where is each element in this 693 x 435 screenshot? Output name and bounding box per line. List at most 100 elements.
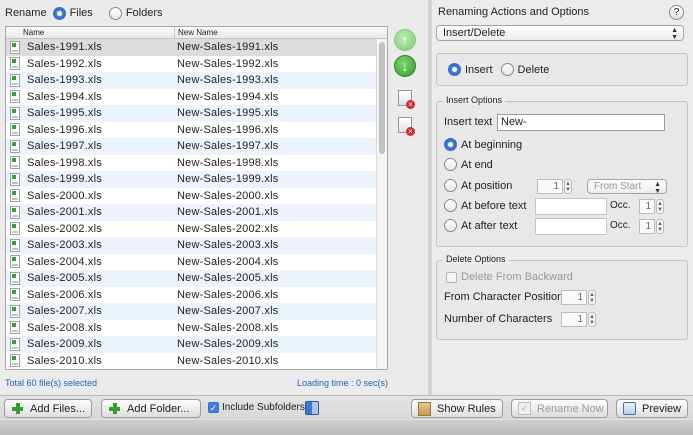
column-header-name[interactable]: Name xyxy=(6,27,175,38)
table-row[interactable]: Sales-1999.xls New-Sales-1999.xls xyxy=(6,171,387,188)
insert-radio[interactable]: Insert xyxy=(448,63,493,76)
table-row[interactable]: Sales-1996.xls New-Sales-1996.xls xyxy=(6,122,387,139)
at-after-text-option[interactable]: At after text xyxy=(444,219,517,232)
original-name-text: Sales-2005.xls xyxy=(27,272,102,285)
help-button[interactable]: ? xyxy=(669,5,684,20)
show-rules-button[interactable]: Show Rules xyxy=(411,399,503,418)
cell-original-name: Sales-1992.xls xyxy=(6,57,176,71)
stepper-arrows-icon[interactable]: ▲ ▼ xyxy=(564,179,572,194)
insert-text-field[interactable]: New- xyxy=(497,114,665,131)
table-row[interactable]: Sales-1991.xls New-Sales-1991.xls xyxy=(6,39,387,56)
after-text-field[interactable] xyxy=(535,218,607,235)
before-occ-stepper[interactable]: 1 ▲ ▼ xyxy=(639,199,664,214)
table-row[interactable]: Sales-2004.xls New-Sales-2004.xls xyxy=(6,254,387,271)
select-arrows-icon: ▲ ▼ xyxy=(654,181,661,195)
move-up-button[interactable]: ↑ xyxy=(394,29,416,51)
table-row[interactable]: Sales-2003.xls New-Sales-2003.xls xyxy=(6,237,387,254)
table-row[interactable]: Sales-1998.xls New-Sales-1998.xls xyxy=(6,155,387,172)
table-row[interactable]: Sales-2005.xls New-Sales-2005.xls xyxy=(6,270,387,287)
preview-button[interactable]: Preview xyxy=(616,399,688,418)
stepper-arrows-icon[interactable]: ▲ ▼ xyxy=(656,219,664,234)
add-icon xyxy=(11,402,24,415)
add-files-button[interactable]: Add Files... xyxy=(4,399,92,418)
table-row[interactable]: Sales-2008.xls New-Sales-2008.xls xyxy=(6,320,387,337)
rename-now-button[interactable]: ✓ Rename Now xyxy=(511,399,608,418)
cell-original-name: Sales-1993.xls xyxy=(6,73,176,87)
remove-file-button[interactable] xyxy=(398,90,415,109)
at-before-text-radio[interactable] xyxy=(444,199,457,212)
cell-original-name: Sales-2009.xls xyxy=(6,337,176,351)
at-before-text-option[interactable]: At before text xyxy=(444,199,526,212)
num-chars-stepper[interactable]: 1 ▲ ▼ xyxy=(561,312,596,327)
table-row[interactable]: Sales-2001.xls New-Sales-2001.xls xyxy=(6,204,387,221)
delete-from-backward-label: Delete From Backward xyxy=(461,271,573,283)
spreadsheet-file-icon xyxy=(10,255,20,269)
insert-radio-button[interactable] xyxy=(448,63,461,76)
original-name-text: Sales-2004.xls xyxy=(27,255,102,268)
table-row[interactable]: Sales-2006.xls New-Sales-2006.xls xyxy=(6,287,387,304)
delete-radio-button[interactable] xyxy=(500,63,514,76)
cell-original-name: Sales-2010.xls xyxy=(6,354,176,368)
table-row[interactable]: Sales-2009.xls New-Sales-2009.xls xyxy=(6,336,387,353)
table-row[interactable]: Sales-2002.xls New-Sales-2002.xls xyxy=(6,221,387,238)
at-position-option[interactable]: At position xyxy=(444,179,512,192)
include-subfolders-option[interactable]: ✓ Include Subfolders xyxy=(208,402,305,413)
table-row[interactable]: Sales-2000.xls New-Sales-2000.xls xyxy=(6,188,387,205)
cell-new-name: New-Sales-2004.xls xyxy=(177,255,279,268)
cell-original-name: Sales-2007.xls xyxy=(6,304,176,318)
finder-icon[interactable] xyxy=(305,401,319,415)
arrow-up-icon: ↑ xyxy=(401,32,409,48)
table-row[interactable]: Sales-1994.xls New-Sales-1994.xls xyxy=(6,89,387,106)
cell-new-name: New-Sales-2002.xls xyxy=(177,222,279,235)
insert-options-group: Insert Options Insert text New- At begin… xyxy=(436,95,688,247)
remove-all-files-button[interactable] xyxy=(398,117,415,136)
cell-new-name: New-Sales-1993.xls xyxy=(177,74,279,87)
table-row[interactable]: Sales-1992.xls New-Sales-1992.xls xyxy=(6,56,387,73)
delete-from-backward-option[interactable]: Delete From Backward xyxy=(446,271,573,283)
at-beginning-option[interactable]: At beginning xyxy=(444,138,522,151)
table-row[interactable]: Sales-1995.xls New-Sales-1995.xls xyxy=(6,105,387,122)
stepper-arrows-icon[interactable]: ▲ ▼ xyxy=(656,199,664,214)
folders-radio-button[interactable] xyxy=(108,6,122,20)
table-row[interactable]: Sales-1993.xls New-Sales-1993.xls xyxy=(6,72,387,89)
at-after-text-radio[interactable] xyxy=(444,219,457,232)
files-radio-button[interactable] xyxy=(52,6,66,20)
action-select[interactable]: Insert/Delete ▲ ▼ xyxy=(436,25,684,41)
original-name-text: Sales-2006.xls xyxy=(27,288,102,301)
insert-delete-mode-box: Insert Delete xyxy=(436,53,688,86)
table-row[interactable]: Sales-2007.xls New-Sales-2007.xls xyxy=(6,303,387,320)
column-header-new-name[interactable]: New Name xyxy=(175,27,387,38)
table-row[interactable]: Sales-1997.xls New-Sales-1997.xls xyxy=(6,138,387,155)
at-beginning-radio[interactable] xyxy=(444,138,457,151)
spreadsheet-file-icon xyxy=(10,189,20,203)
after-occ-stepper[interactable]: 1 ▲ ▼ xyxy=(639,219,664,234)
original-name-text: Sales-2010.xls xyxy=(27,354,102,367)
at-position-radio[interactable] xyxy=(444,179,457,192)
delete-from-backward-checkbox[interactable] xyxy=(446,271,457,283)
files-radio[interactable]: Files xyxy=(52,6,93,20)
before-text-field[interactable] xyxy=(535,198,607,215)
spreadsheet-file-icon xyxy=(10,123,20,137)
position-from-select[interactable]: From Start ▲ ▼ xyxy=(587,179,667,195)
move-down-button[interactable]: ↓ xyxy=(394,55,416,77)
scrollbar-thumb[interactable] xyxy=(379,42,385,154)
original-name-text: Sales-1998.xls xyxy=(27,156,102,169)
file-table[interactable]: Name New Name Sales-1991.xls New-Sales-19… xyxy=(5,26,388,370)
from-char-position-stepper[interactable]: 1 ▲ ▼ xyxy=(561,290,596,305)
original-name-text: Sales-1992.xls xyxy=(27,57,102,70)
include-subfolders-checkbox[interactable]: ✓ xyxy=(208,402,219,413)
folders-radio[interactable]: Folders xyxy=(108,6,163,20)
stepper-arrows-icon[interactable]: ▲ ▼ xyxy=(588,312,596,327)
rename-now-label: Rename Now xyxy=(537,402,604,415)
cell-new-name: New-Sales-2009.xls xyxy=(177,338,279,351)
add-folder-button[interactable]: Add Folder... xyxy=(101,399,201,418)
delete-radio[interactable]: Delete xyxy=(500,63,549,76)
position-stepper[interactable]: 1 ▲ ▼ xyxy=(537,179,572,194)
at-end-radio[interactable] xyxy=(444,158,457,171)
table-scrollbar[interactable] xyxy=(376,39,387,369)
options-panel: Renaming Actions and Options ? Insert/De… xyxy=(432,0,693,395)
stepper-arrows-icon[interactable]: ▲ ▼ xyxy=(588,290,596,305)
table-row[interactable]: Sales-2010.xls New-Sales-2010.xls xyxy=(6,353,387,370)
at-end-option[interactable]: At end xyxy=(444,158,493,171)
folders-radio-label: Folders xyxy=(125,7,163,19)
